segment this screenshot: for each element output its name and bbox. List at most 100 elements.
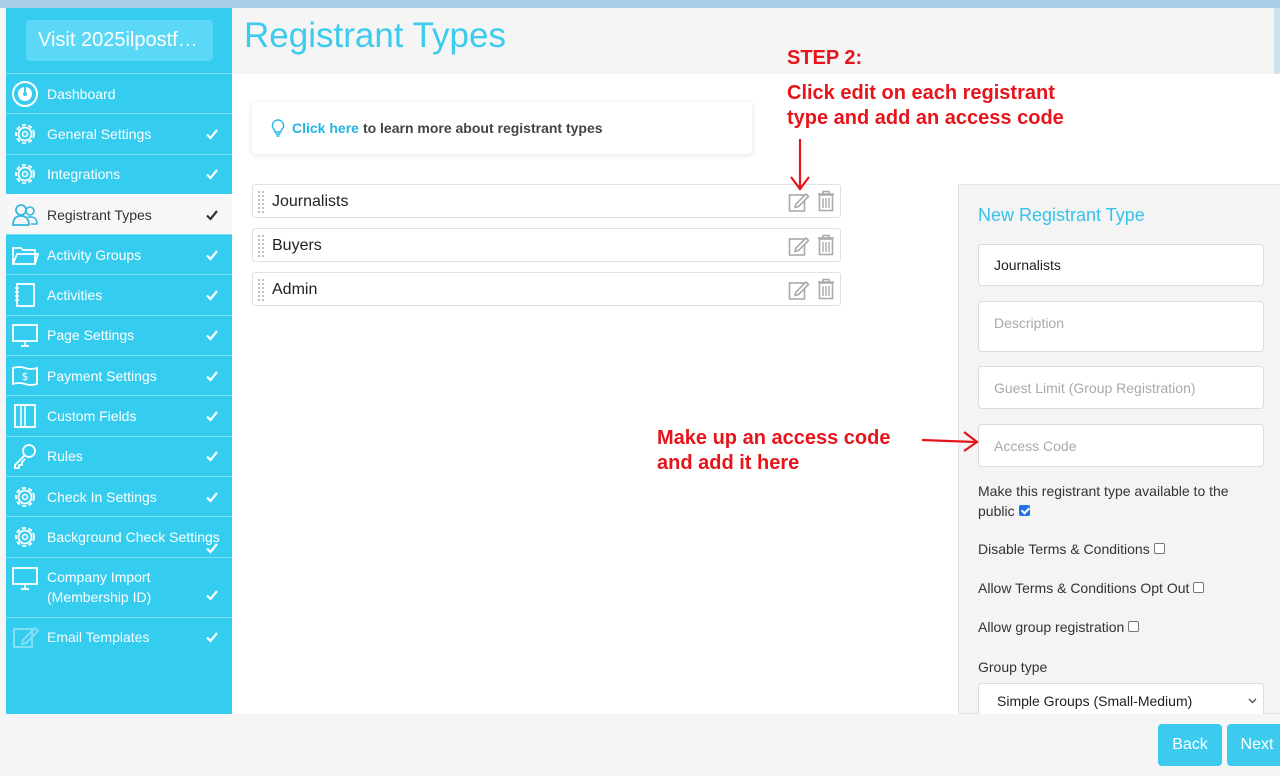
drag-handle-icon[interactable] [257, 278, 265, 302]
page-title: Registrant Types [244, 16, 506, 55]
annotation-step-line1: Click edit on each registrant [787, 82, 1055, 104]
sidebar-item-label: Check In Settings [47, 488, 157, 505]
dashboard-icon [12, 80, 38, 107]
disable-terms-checkbox[interactable] [1153, 542, 1165, 554]
pencil-square-icon [13, 626, 39, 649]
sidebar-item-label: Integrations [47, 166, 121, 183]
guest-limit-input[interactable]: Guest Limit (Group Registration) [978, 366, 1264, 409]
group-type-select[interactable]: Simple Groups (Small-Medium) [978, 683, 1264, 717]
terms-opt-out-label: Allow Terms & Conditions Opt Out [978, 580, 1190, 596]
trash-icon[interactable] [816, 278, 836, 300]
annotation-arrow-down-icon [790, 139, 810, 191]
sidebar-item-label: Dashboard [47, 85, 116, 102]
dollar-bill-icon: $ [12, 365, 38, 386]
key-icon [14, 444, 36, 470]
checkmark-icon [206, 371, 218, 382]
next-button[interactable]: Next [1227, 724, 1280, 766]
back-button[interactable]: Back [1158, 724, 1222, 766]
checkmark-icon [206, 169, 218, 180]
checkmark-icon [206, 491, 218, 503]
checkmark-icon [206, 451, 218, 462]
sidebar-item-label: Custom Fields [47, 408, 137, 425]
form-title: New Registrant Type [978, 205, 1145, 225]
monitor-icon [12, 324, 38, 348]
sidebar-item-registrant-types[interactable]: Registrant Types [6, 193, 232, 235]
checkmark-icon [206, 290, 218, 301]
sidebar-item-label: Email Templates [47, 629, 150, 646]
book-icon [14, 404, 36, 428]
public-option: Make this registrant type available to t… [978, 481, 1264, 521]
sidebar-item-integrations[interactable]: Integrations [6, 153, 232, 194]
registrant-type-form: New Registrant Type Journalists Descript… [958, 184, 1280, 717]
sidebar-item-activities[interactable]: Activities [6, 274, 232, 314]
sidebar-item-background-check-settings[interactable]: Background Check Settings [6, 516, 232, 556]
sidebar: Visit 2025ilpostf… Dashboard General Set… [6, 8, 232, 714]
sidebar-item-check-in-settings[interactable]: Check In Settings [6, 475, 232, 516]
sidebar-item-rules[interactable]: Rules [6, 435, 232, 476]
public-label: Make this registrant type available to t… [978, 483, 1229, 519]
sidebar-item-page-settings[interactable]: Page Settings [6, 314, 232, 355]
sidebar-item-email-templates[interactable]: Email Templates [6, 616, 232, 657]
drag-handle-icon[interactable] [257, 190, 265, 214]
users-icon [12, 203, 38, 226]
trash-icon[interactable] [816, 190, 836, 212]
sidebar-item-custom-fields[interactable]: Custom Fields [6, 395, 232, 435]
sidebar-item-payment-settings[interactable]: $ Payment Settings [6, 355, 232, 395]
sidebar-item-label-line1: Company Import [47, 568, 151, 585]
sidebar-item-dashboard[interactable]: Dashboard [6, 73, 232, 113]
sidebar-item-label: Page Settings [47, 327, 135, 344]
info-tip: Click here to learn more about registran… [252, 102, 752, 154]
sidebar-item-label: Rules [47, 448, 83, 465]
group-registration-label: Allow group registration [978, 619, 1125, 635]
annotation-step-line2: type and add an access code [787, 107, 1064, 129]
checkmark-icon [206, 590, 218, 601]
sidebar-item-label: Background Check Settings [47, 528, 220, 545]
registrant-type-row[interactable]: Admin [252, 272, 841, 306]
group-registration-option: Allow group registration [978, 617, 1264, 637]
edit-icon[interactable] [788, 191, 810, 213]
checkmark-icon [206, 330, 218, 342]
visit-site-button[interactable]: Visit 2025ilpostf… [26, 20, 213, 61]
checkmark-icon [206, 543, 218, 554]
description-textarea[interactable]: Description [978, 301, 1264, 352]
sidebar-item-label-line2: (Membership ID) [47, 588, 152, 605]
monitor-icon [12, 567, 38, 591]
checkmark-icon [206, 209, 218, 221]
disable-terms-option: Disable Terms & Conditions [978, 539, 1264, 559]
footer-bar: Back Next [0, 714, 1280, 776]
name-input[interactable]: Journalists [978, 244, 1264, 286]
sidebar-item-label: Activities [47, 287, 103, 304]
sidebar-item-label: Registrant Types [47, 206, 152, 223]
registrant-type-row[interactable]: Journalists [252, 184, 841, 218]
group-type-value: Simple Groups (Small-Medium) [997, 693, 1193, 709]
learn-more-link[interactable]: Click here [292, 120, 359, 136]
trash-icon[interactable] [816, 234, 836, 256]
gear-icon [15, 486, 35, 507]
checkmark-icon [206, 411, 218, 422]
sidebar-nav: Dashboard General Settings Integrations … [6, 73, 232, 657]
checkmark-icon [206, 632, 218, 643]
group-registration-checkbox[interactable] [1128, 620, 1140, 632]
edit-icon[interactable] [788, 235, 810, 257]
page-header: Registrant Types [232, 8, 1274, 74]
sidebar-item-general-settings[interactable]: General Settings [6, 113, 232, 153]
terms-opt-out-checkbox[interactable] [1193, 581, 1205, 593]
edit-icon[interactable] [788, 279, 810, 301]
gear-icon [15, 123, 35, 144]
drag-handle-icon[interactable] [257, 234, 265, 258]
sidebar-item-label: Company Import (Membership ID) [47, 567, 151, 607]
sidebar-item-company-import[interactable]: Company Import (Membership ID) [6, 556, 232, 617]
registrant-type-row[interactable]: Buyers [252, 228, 841, 262]
annotation-access-line2: and add it here [657, 452, 800, 474]
sidebar-item-label: General Settings [47, 125, 152, 142]
registrant-type-name: Buyers [272, 237, 322, 254]
notebook-icon [15, 283, 35, 308]
sidebar-item-label: Activity Groups [47, 246, 142, 263]
registrant-type-name: Journalists [272, 193, 349, 210]
access-code-input[interactable]: Access Code [978, 424, 1264, 467]
annotation-access-line1: Make up an access code [657, 427, 891, 449]
public-checkbox[interactable] [1018, 504, 1030, 516]
lightbulb-icon [271, 119, 285, 137]
sidebar-item-activity-groups[interactable]: Activity Groups [6, 234, 232, 274]
disable-terms-label: Disable Terms & Conditions [978, 541, 1150, 557]
